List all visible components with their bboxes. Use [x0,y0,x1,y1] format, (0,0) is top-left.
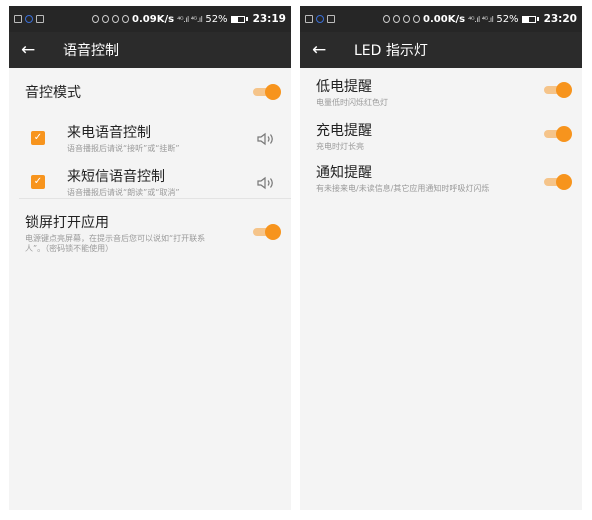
notify-toggle[interactable] [544,174,572,190]
call-voice-row[interactable]: ✓ 来电语音控制 语音播报后请说“接听”或“挂断” [9,118,291,162]
battery-icon [521,15,536,23]
charging-row[interactable]: 充电提醒 充电时灯长亮 [300,118,582,162]
voice-mode-label: 音控模式 [25,85,81,101]
speaker-icon[interactable] [257,132,275,146]
battery-icon [230,15,245,23]
back-arrow-icon[interactable]: ← [312,41,336,59]
battery-percent: 52% [205,13,228,25]
alarm-icon [122,15,130,23]
network-speed: 0.00K/s [423,13,466,25]
status-right-icons: 0.09K/s ⁴ᴳ.ıl ⁴ᴳ.ıl 52% 23:19 [92,13,286,25]
call-voice-hint: 语音播报后请说“接听”或“挂断” [67,144,180,153]
low-battery-row[interactable]: 低电提醒 电量低时闪烁红色灯 [300,74,582,118]
qr-notification-icon [327,15,335,23]
notify-row[interactable]: 通知提醒 有未接来电/未读信息/其它应用通知时呼吸灯闪烁 [300,160,582,216]
signal-icon: ⁴ᴳ.ıl ⁴ᴳ.ıl [468,14,494,24]
low-battery-label: 低电提醒 [316,79,372,95]
lock-open-row[interactable]: 锁屏打开应用 电源键点亮屏幕，在提示音后您可以说如“打开联系人”。（密码锁不能使… [9,206,291,262]
bluetooth-icon [92,15,100,23]
image-notification-icon [305,15,313,23]
sms-voice-hint: 语音播报后请说“朗读”或“取消” [67,188,180,197]
app-notification-icon [25,15,33,23]
lock-open-toggle[interactable] [253,224,281,240]
signal-icon: ⁴ᴳ.ıl ⁴ᴳ.ıl [177,14,203,24]
sms-voice-row[interactable]: ✓ 来短信语音控制 语音播报后请说“朗读”或“取消” [9,162,291,206]
charging-hint: 充电时灯长亮 [316,142,364,151]
alarm-icon [413,15,421,23]
section-divider [19,198,291,199]
app-toolbar: ← LED 指示灯 [300,32,582,68]
speaker-icon[interactable] [257,176,275,190]
status-bar: 0.09K/s ⁴ᴳ.ıl ⁴ᴳ.ıl 52% 23:19 [9,6,291,32]
bluetooth-icon [383,15,391,23]
vibrate-icon [403,15,411,23]
led-indicator-screen: 0.00K/s ⁴ᴳ.ıl ⁴ᴳ.ıl 52% 23:20 ← LED 指示灯 … [300,6,582,510]
call-voice-label: 来电语音控制 [67,125,151,141]
voice-mode-row[interactable]: 音控模式 [9,68,291,118]
status-time: 23:19 [252,13,286,25]
image-notification-icon [14,15,22,23]
notify-hint: 有未接来电/未读信息/其它应用通知时呼吸灯闪烁 [316,184,490,193]
call-voice-checkbox[interactable]: ✓ [31,131,45,145]
lock-open-hint: 电源键点亮屏幕，在提示音后您可以说如“打开联系人”。（密码锁不能使用） [25,234,206,254]
page-title: 语音控制 [63,43,119,59]
notify-label: 通知提醒 [316,165,372,181]
status-left-icons [14,15,44,23]
network-speed: 0.09K/s [132,13,175,25]
charging-toggle[interactable] [544,126,572,142]
status-time: 23:20 [543,13,577,25]
vibrate-icon [112,15,120,23]
low-battery-toggle[interactable] [544,82,572,98]
page-title: LED 指示灯 [354,43,428,59]
sms-voice-label: 来短信语音控制 [67,169,165,185]
qr-notification-icon [36,15,44,23]
app-notification-icon [316,15,324,23]
status-right-icons: 0.00K/s ⁴ᴳ.ıl ⁴ᴳ.ıl 52% 23:20 [383,13,577,25]
sms-voice-checkbox[interactable]: ✓ [31,175,45,189]
status-bar: 0.00K/s ⁴ᴳ.ıl ⁴ᴳ.ıl 52% 23:20 [300,6,582,32]
low-battery-hint: 电量低时闪烁红色灯 [316,98,388,107]
charging-label: 充电提醒 [316,123,372,139]
voice-mode-toggle[interactable] [253,84,281,100]
back-arrow-icon[interactable]: ← [21,41,45,59]
voice-control-screen: 0.09K/s ⁴ᴳ.ıl ⁴ᴳ.ıl 52% 23:19 ← 语音控制 音控模… [9,6,291,510]
nfc-icon [102,15,110,23]
screenshot-stage: 0.09K/s ⁴ᴳ.ıl ⁴ᴳ.ıl 52% 23:19 ← 语音控制 音控模… [0,0,592,520]
status-left-icons [305,15,335,23]
lock-open-label: 锁屏打开应用 [25,215,109,231]
nfc-icon [393,15,401,23]
app-toolbar: ← 语音控制 [9,32,291,68]
battery-percent: 52% [496,13,519,25]
